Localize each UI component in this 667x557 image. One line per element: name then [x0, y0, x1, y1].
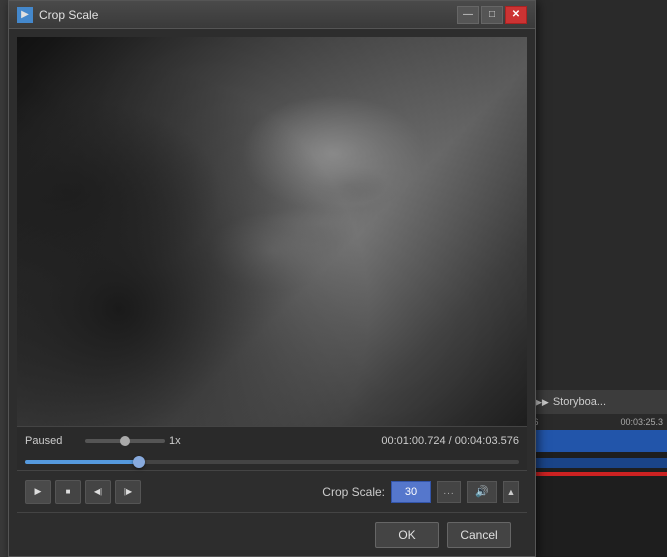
action-bar: OK Cancel: [17, 512, 527, 556]
progress-track[interactable]: [25, 460, 519, 464]
expand-icon: ▲: [507, 487, 516, 497]
next-frame-icon: |▶: [124, 487, 132, 496]
playback-status: Paused: [25, 435, 85, 447]
video-canvas: [17, 37, 527, 426]
status-bar: Paused 1x 00:01:00.724 / 00:04:03.576: [17, 426, 527, 454]
speed-label: 1x: [169, 435, 181, 447]
crop-scale-input[interactable]: [391, 481, 431, 503]
stop-icon: ■: [66, 487, 71, 496]
app-icon: ▶: [17, 7, 33, 23]
volume-icon: 🔊: [475, 485, 489, 498]
volume-button[interactable]: 🔊: [467, 481, 497, 503]
title-bar-buttons: — □ ✕: [457, 6, 527, 24]
play-button[interactable]: ▶: [25, 480, 51, 504]
ok-button[interactable]: OK: [375, 522, 439, 548]
cancel-button[interactable]: Cancel: [447, 522, 511, 548]
controls-bar: ▶ ■ ◀| |▶ Crop Scale: ... 🔊 ▲: [17, 470, 527, 512]
video-frame: [17, 37, 527, 426]
current-time: 00:01:00.724: [381, 435, 445, 447]
dialog-title: Crop Scale: [39, 8, 98, 22]
progress-area[interactable]: [17, 454, 527, 470]
crop-scale-section: Crop Scale: ... 🔊 ▲: [322, 481, 519, 503]
timeline-red-marker: [527, 472, 667, 476]
speed-slider[interactable]: [85, 439, 165, 443]
crop-scale-label: Crop Scale:: [322, 485, 385, 499]
maximize-button[interactable]: □: [481, 6, 503, 24]
speed-slider-area: 1x: [85, 435, 381, 447]
storyboard-bar: ▶▶ Storyboa...: [527, 390, 667, 414]
expand-button[interactable]: ▲: [503, 481, 519, 503]
timeline-blue-track: [527, 430, 667, 452]
title-bar: ▶ Crop Scale — □ ✕: [9, 1, 535, 29]
crop-scale-dialog: ▶ Crop Scale — □ ✕ Paused 1x 00:01:00.: [8, 0, 536, 557]
crop-scale-more-button[interactable]: ...: [437, 481, 461, 503]
next-frame-button[interactable]: |▶: [115, 480, 141, 504]
title-bar-left: ▶ Crop Scale: [17, 7, 98, 23]
timeline-blue-track-2: [527, 458, 667, 468]
timeline-numbers: .6 00:03:25.3: [527, 414, 667, 430]
progress-fill: [25, 460, 139, 464]
prev-frame-icon: ◀|: [94, 487, 102, 496]
speed-slider-thumb: [120, 436, 130, 446]
stop-button[interactable]: ■: [55, 480, 81, 504]
storyboard-icon: ▶▶: [535, 397, 549, 408]
prev-frame-button[interactable]: ◀|: [85, 480, 111, 504]
close-button[interactable]: ✕: [505, 6, 527, 24]
time-display: 00:01:00.724 / 00:04:03.576: [381, 435, 519, 447]
storyboard-label: Storyboa...: [553, 396, 606, 408]
minimize-button[interactable]: —: [457, 6, 479, 24]
video-area: [17, 37, 527, 426]
play-icon: ▶: [35, 486, 42, 497]
progress-thumb: [133, 456, 145, 468]
timeline-time-2: 00:03:25.3: [620, 417, 663, 427]
total-time: 00:04:03.576: [455, 435, 519, 447]
hair-overlay: [17, 37, 527, 426]
